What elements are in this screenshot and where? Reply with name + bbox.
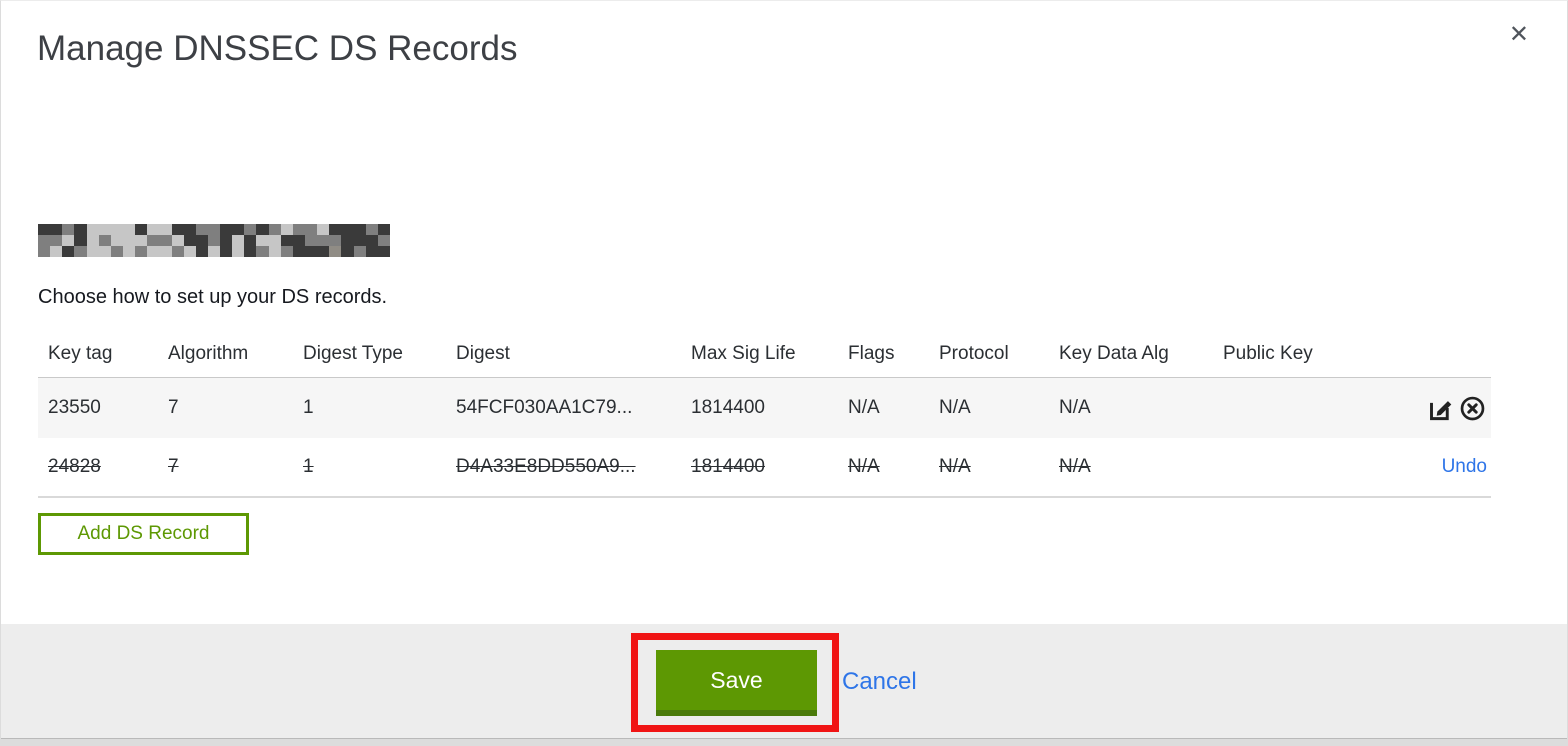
cell-key-tag: 23550	[48, 397, 101, 418]
row-actions: Undo	[1368, 456, 1491, 478]
cell-digest-type: 1	[303, 456, 314, 477]
col-header-digest-type: Digest Type	[303, 343, 403, 364]
page-title: Manage DNSSEC DS Records	[37, 29, 518, 68]
col-header-flags: Flags	[848, 343, 895, 364]
undo-link[interactable]: Undo	[1442, 456, 1487, 478]
cell-algorithm: 7	[168, 397, 179, 418]
col-header-protocol: Protocol	[939, 343, 1009, 364]
window-bottom-edge	[1, 738, 1567, 746]
cell-digest: 54FCF030AA1C79...	[456, 397, 633, 418]
redacted-domain-name	[38, 224, 390, 257]
cell-digest: D4A33E8DD550A9...	[456, 456, 636, 477]
cell-digest-type: 1	[303, 397, 314, 418]
cell-max-sig-life: 1814400	[691, 456, 765, 477]
table-row: 23550 7 1 54FCF030AA1C79... 1814400 N/A …	[38, 378, 1491, 438]
col-header-key-tag: Key tag	[48, 343, 113, 364]
cell-max-sig-life: 1814400	[691, 397, 765, 418]
cell-key-data-alg: N/A	[1059, 397, 1091, 418]
manage-dnssec-modal: Manage DNSSEC DS Records ✕ Choose how to…	[0, 0, 1568, 746]
cell-protocol: N/A	[939, 397, 971, 418]
cell-protocol: N/A	[939, 456, 971, 477]
add-ds-record-button[interactable]: Add DS Record	[38, 513, 249, 555]
col-header-max-sig-life: Max Sig Life	[691, 343, 796, 364]
table-header-row: Key tag Algorithm Digest Type Digest Max…	[38, 331, 1491, 378]
cancel-link[interactable]: Cancel	[842, 668, 917, 696]
save-button[interactable]: Save	[656, 650, 817, 716]
col-header-public-key: Public Key	[1223, 343, 1313, 364]
cell-flags: N/A	[848, 397, 880, 418]
delete-icon[interactable]	[1458, 394, 1487, 423]
close-icon[interactable]: ✕	[1509, 23, 1529, 47]
cell-key-tag: 24828	[48, 456, 101, 477]
ds-records-table: Key tag Algorithm Digest Type Digest Max…	[38, 331, 1491, 498]
col-header-algorithm: Algorithm	[168, 343, 249, 364]
row-actions	[1368, 394, 1491, 423]
cell-key-data-alg: N/A	[1059, 456, 1091, 477]
col-header-key-data-alg: Key Data Alg	[1059, 343, 1169, 364]
table-row-deleted: 24828 7 1 D4A33E8DD550A9... 1814400 N/A …	[38, 438, 1491, 498]
cell-algorithm: 7	[168, 456, 179, 477]
cell-flags: N/A	[848, 456, 880, 477]
edit-icon[interactable]	[1426, 394, 1455, 423]
col-header-digest: Digest	[456, 343, 510, 364]
instruction-text: Choose how to set up your DS records.	[38, 286, 388, 308]
